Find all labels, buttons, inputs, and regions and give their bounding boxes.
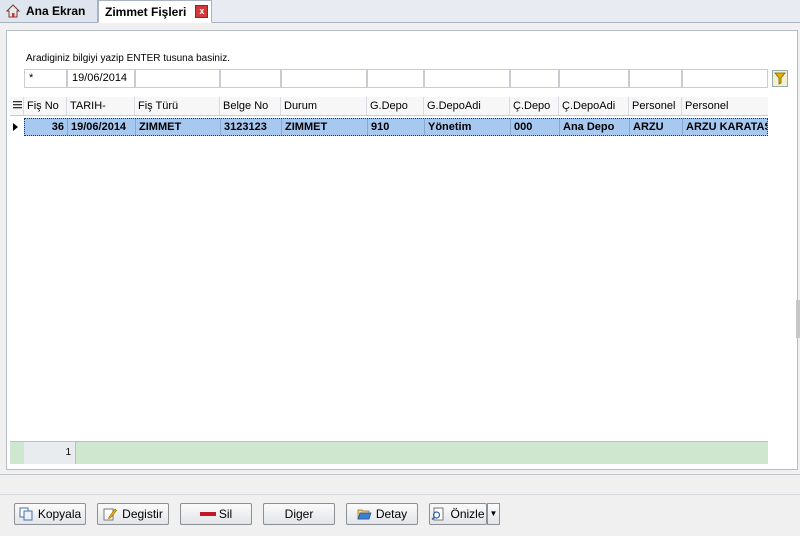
- filter-input[interactable]: [220, 69, 281, 88]
- grid-footer: 1: [10, 441, 768, 464]
- scrollbar-thumb[interactable]: [796, 300, 800, 338]
- button-label: Kopyala: [37, 507, 82, 521]
- edit-icon: [103, 507, 118, 521]
- diger-button[interactable]: Diger: [263, 503, 335, 525]
- button-label: Degistir: [122, 507, 163, 521]
- filter-input[interactable]: *: [24, 69, 67, 88]
- grid-header: Fiş No TARIH- Fiş Türü Belge No Durum G.…: [10, 97, 768, 116]
- button-label: Diger: [284, 507, 314, 521]
- table-cell: ZIMMET: [136, 119, 221, 135]
- folder-open-icon: [357, 507, 372, 521]
- table-cell: ARZU: [630, 119, 683, 135]
- column-header[interactable]: Personel: [682, 97, 768, 115]
- filter-input[interactable]: [510, 69, 559, 88]
- chevron-down-icon[interactable]: ▼: [487, 503, 500, 525]
- table-cell: ARZU KARATAŞ: [686, 121, 767, 133]
- table-cell: 36: [25, 119, 68, 135]
- filter-input[interactable]: [559, 69, 629, 88]
- filter-input[interactable]: [629, 69, 682, 88]
- column-header[interactable]: Fiş Türü: [135, 97, 220, 115]
- column-header[interactable]: Ç.DepoAdi: [559, 97, 629, 115]
- table-cell: 3123123: [221, 119, 282, 135]
- table-cell: Ana Depo: [560, 119, 630, 135]
- column-header[interactable]: Belge No: [220, 97, 281, 115]
- copy-icon: [19, 507, 33, 521]
- column-header[interactable]: Personel: [629, 97, 682, 115]
- filter-input[interactable]: [424, 69, 510, 88]
- filter-input[interactable]: 19/06/2014: [67, 69, 135, 88]
- sil-button[interactable]: Sil: [180, 503, 252, 525]
- tab-bar: Ana Ekran Zimmet Fişleri x: [0, 0, 800, 23]
- tab-label: Ana Ekran: [26, 4, 86, 18]
- button-label: Detay: [375, 507, 408, 521]
- current-row-indicator-icon: [10, 118, 24, 136]
- column-header[interactable]: Durum: [281, 97, 367, 115]
- onizle-button[interactable]: Önizle: [429, 503, 487, 525]
- home-icon: [6, 4, 20, 18]
- table-cell: 19/06/2014: [68, 119, 136, 135]
- filter-input[interactable]: [682, 69, 768, 88]
- preview-icon: [431, 507, 445, 521]
- divider: [0, 474, 800, 475]
- divider: [0, 494, 800, 495]
- filter-icon[interactable]: [772, 70, 788, 87]
- column-chooser-icon[interactable]: [10, 97, 24, 115]
- degistir-button[interactable]: Degistir: [97, 503, 169, 525]
- table-row[interactable]: 36 19/06/2014 ZIMMET 3123123 ZIMMET 910 …: [24, 118, 768, 136]
- filter-input[interactable]: [281, 69, 367, 88]
- main-panel: [6, 30, 798, 470]
- table-cell: 910: [368, 119, 425, 135]
- search-hint: Aradiginiz bilgiyi yazip ENTER tusuna ba…: [26, 53, 230, 64]
- tab-zimmet-fisleri[interactable]: Zimmet Fişleri x: [98, 0, 212, 23]
- table-cell: Yönetim: [425, 119, 511, 135]
- tab-label: Zimmet Fişleri: [105, 4, 187, 19]
- column-header[interactable]: Ç.Depo: [510, 97, 559, 115]
- table-cell: 000: [511, 119, 560, 135]
- column-header[interactable]: G.Depo: [367, 97, 424, 115]
- filter-input[interactable]: [135, 69, 220, 88]
- delete-icon: [199, 507, 216, 521]
- button-label: Sil: [218, 507, 233, 521]
- column-header[interactable]: Fiş No: [24, 97, 67, 115]
- record-count: 1: [24, 442, 76, 464]
- column-header[interactable]: G.DepoAdi: [424, 97, 510, 115]
- tab-ana-ekran[interactable]: Ana Ekran: [0, 0, 98, 22]
- kopyala-button[interactable]: Kopyala: [14, 503, 86, 525]
- column-header[interactable]: TARIH-: [67, 97, 135, 115]
- button-label: Önizle: [450, 507, 485, 521]
- detay-button[interactable]: Detay: [346, 503, 418, 525]
- table-cell: ZIMMET: [282, 119, 368, 135]
- close-icon[interactable]: x: [195, 5, 209, 18]
- filter-input[interactable]: [367, 69, 424, 88]
